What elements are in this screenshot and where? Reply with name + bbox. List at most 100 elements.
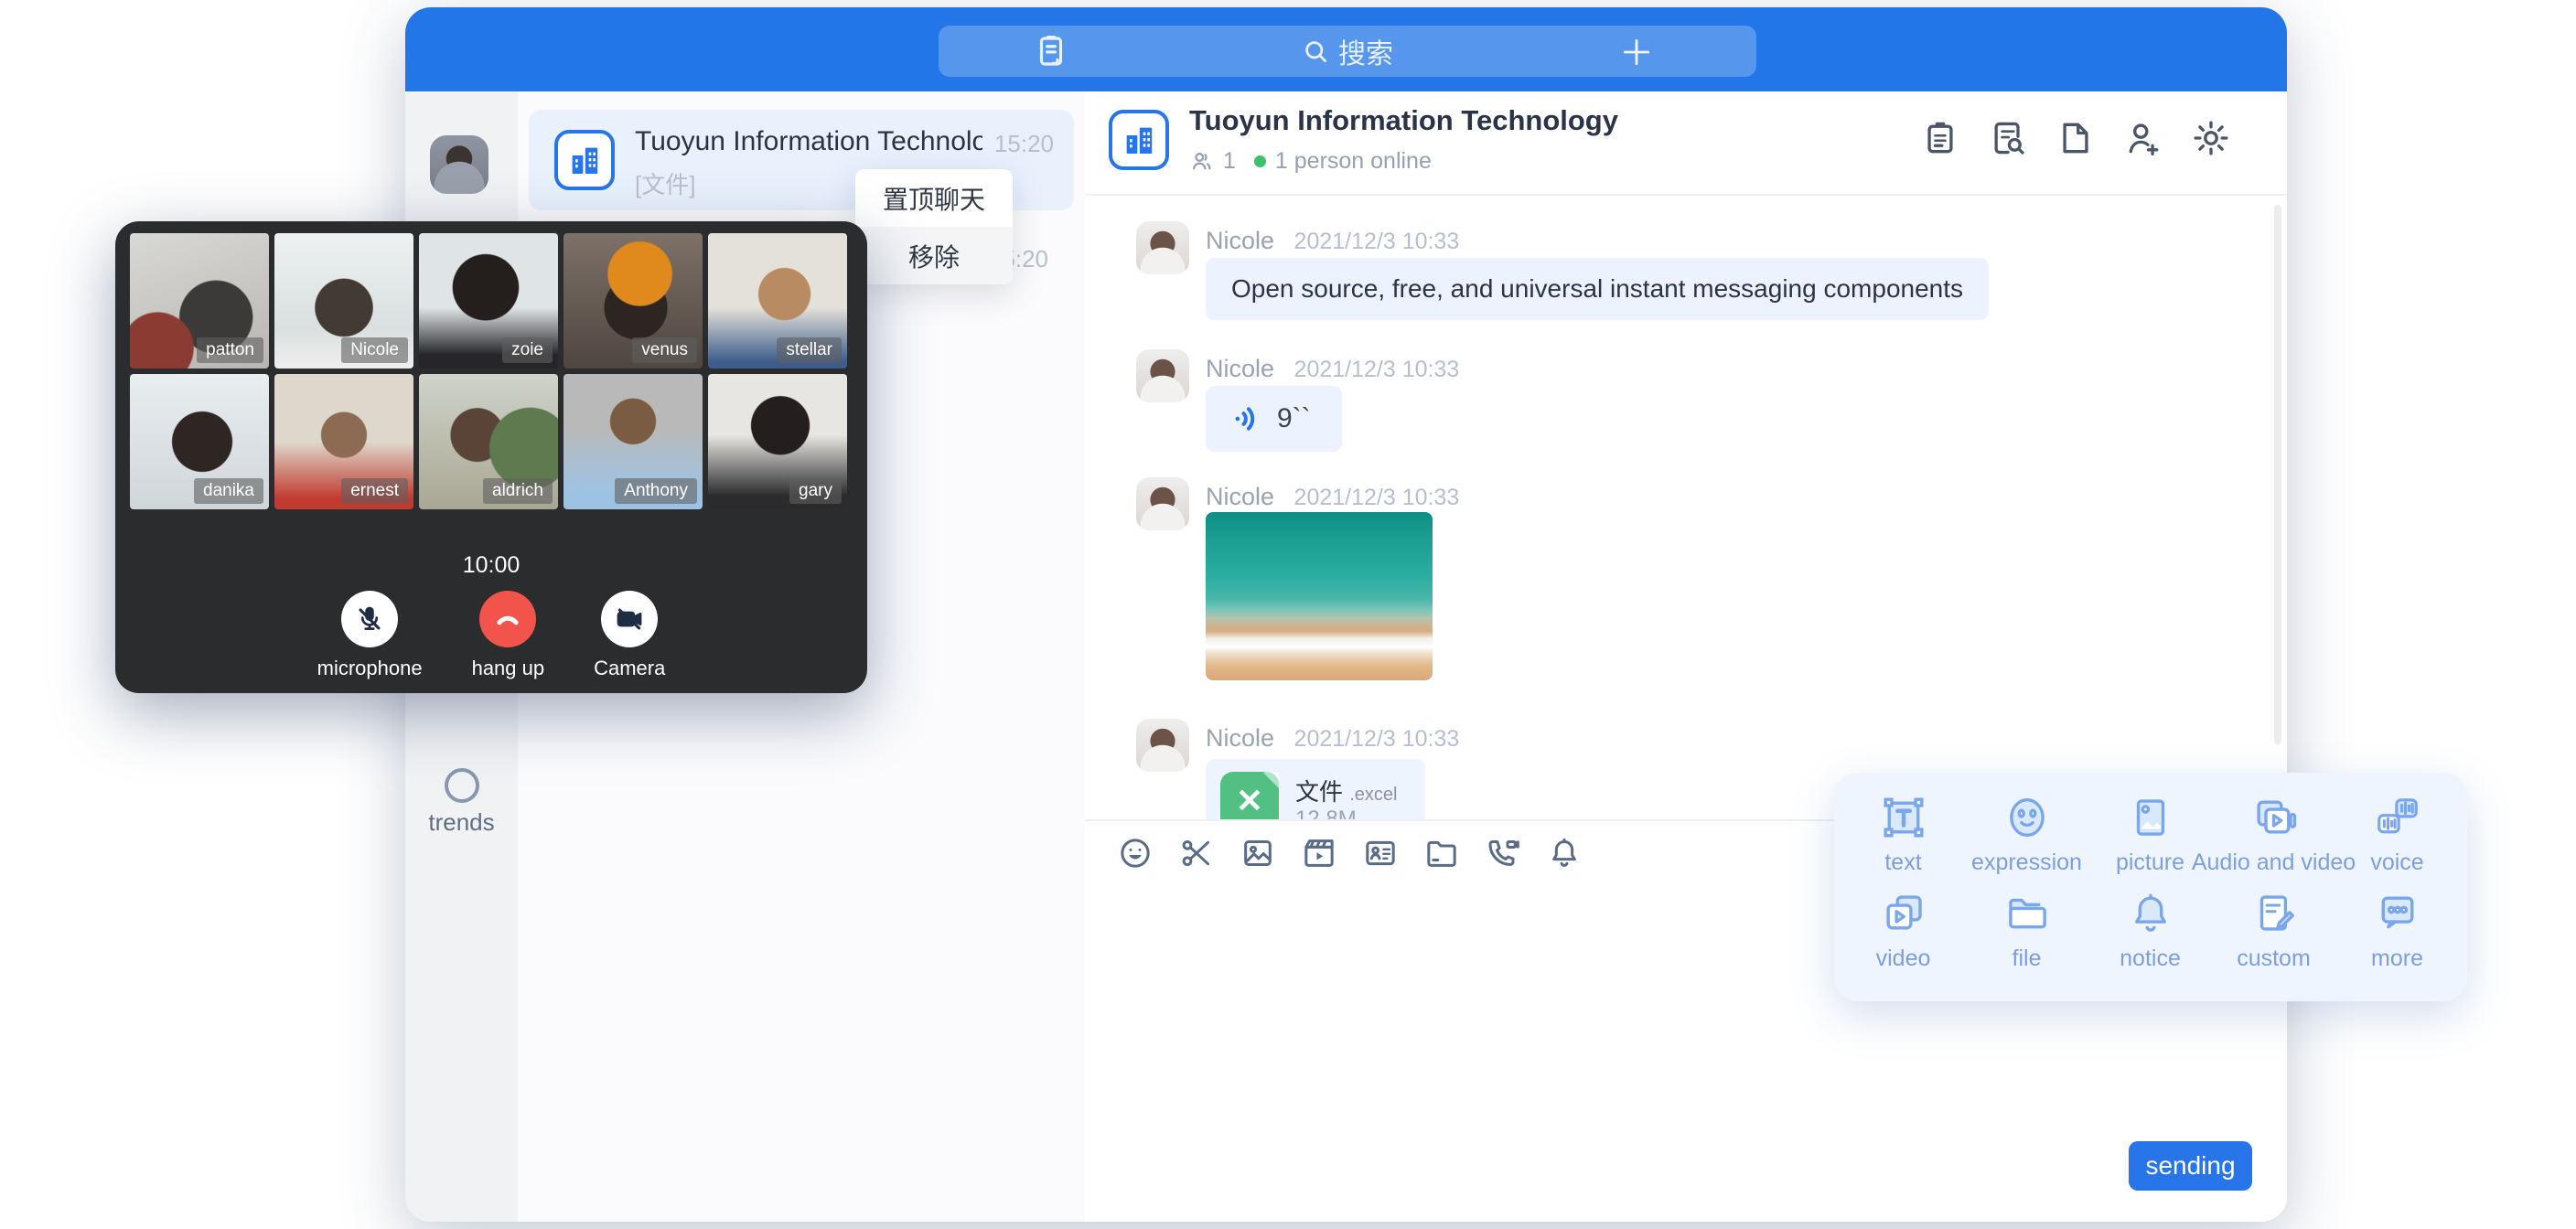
menu-item-pin-chat[interactable]: 置顶聊天 xyxy=(855,169,1013,227)
participant-name: ernest xyxy=(341,478,408,504)
panel-label: Audio and video xyxy=(2192,850,2356,876)
conversation-time: 15:20 xyxy=(994,130,1054,158)
participant-tile: Nicole xyxy=(274,233,413,369)
participant-grid: patton Nicole zoie venus stellar danika … xyxy=(130,233,853,509)
sender-avatar[interactable] xyxy=(1136,349,1189,402)
mic-muted-icon xyxy=(354,604,385,635)
send-button[interactable]: sending xyxy=(2129,1141,2252,1191)
online-dot xyxy=(1254,155,1266,167)
participant-tile: patton xyxy=(130,233,269,369)
panel-label: notice xyxy=(2120,946,2181,972)
panel-item-custom[interactable]: custom xyxy=(2212,887,2335,982)
menu-item-remove[interactable]: 移除 xyxy=(855,227,1013,284)
search-bar[interactable]: 搜索 xyxy=(939,26,1756,77)
participant-name: Anthony xyxy=(615,478,697,504)
participant-name: gary xyxy=(789,478,842,504)
participant-tile: stellar xyxy=(708,233,847,369)
panel-item-file[interactable]: file xyxy=(1965,887,2088,982)
participant-tile: danika xyxy=(130,374,269,509)
contact-card-icon[interactable] xyxy=(1361,834,1400,872)
conversation-title: Tuoyun Information Technology xyxy=(635,126,982,157)
message-type-panel: text expression picture xyxy=(1834,773,2467,1001)
participant-tile: Anthony xyxy=(564,374,703,509)
picture-icon xyxy=(2124,791,2177,844)
member-count: 1 xyxy=(1223,148,1236,175)
participant-tile: zoie xyxy=(419,233,558,369)
panel-item-voice[interactable]: voice xyxy=(2335,791,2459,886)
file-page-icon[interactable] xyxy=(2055,117,2097,159)
text-bubble[interactable]: Open source, free, and universal instant… xyxy=(1206,258,1989,320)
video-clapper-icon[interactable] xyxy=(1300,834,1338,872)
voice-duration: 9`` xyxy=(1277,403,1311,434)
camera-label: Camera xyxy=(594,657,665,680)
top-bar: 搜索 xyxy=(405,7,2287,91)
settings-gear-icon[interactable] xyxy=(2190,117,2232,159)
sender-avatar[interactable] xyxy=(1136,477,1189,530)
voice-bubbles-icon xyxy=(2371,791,2424,844)
sender-name: Nicole xyxy=(1206,355,1274,382)
hang-up-label: hang up xyxy=(472,657,545,680)
voice-bubble[interactable]: 9`` xyxy=(1206,386,1342,452)
nav-item-trends[interactable]: trends xyxy=(405,768,518,837)
panel-label: file xyxy=(2012,946,2042,972)
building-icon xyxy=(566,142,603,178)
sender-avatar[interactable] xyxy=(1136,719,1189,772)
panel-label: video xyxy=(1876,946,1931,972)
folder-icon[interactable] xyxy=(1422,834,1461,872)
my-avatar[interactable] xyxy=(430,135,488,194)
emoji-icon[interactable] xyxy=(1116,834,1154,872)
video-call-window: patton Nicole zoie venus stellar danika … xyxy=(115,221,867,693)
add-member-icon[interactable] xyxy=(2122,117,2164,159)
participant-tile: aldrich xyxy=(419,374,558,509)
group-avatar xyxy=(1109,110,1169,170)
participant-tile: ernest xyxy=(274,374,413,509)
panel-label: text xyxy=(1884,850,1921,876)
group-avatar xyxy=(554,130,615,190)
notification-bell-icon[interactable] xyxy=(1545,834,1583,872)
video-call-icon[interactable] xyxy=(1484,834,1522,872)
trends-icon xyxy=(445,768,479,803)
sender-avatar[interactable] xyxy=(1136,221,1189,274)
search-label: 搜索 xyxy=(1338,31,1393,71)
participant-name: zoie xyxy=(502,337,553,363)
panel-item-notice[interactable]: notice xyxy=(2088,887,2212,982)
file-ext: .excel xyxy=(1349,785,1397,805)
screenshot-scissors-icon[interactable] xyxy=(1177,834,1216,872)
participant-name: Nicole xyxy=(341,337,408,363)
chat-record-search-icon[interactable] xyxy=(1987,117,2029,159)
add-icon[interactable] xyxy=(1619,35,1654,69)
video-play-icon xyxy=(1877,887,1930,940)
sender-name: Nicole xyxy=(1206,724,1274,752)
beach-photo[interactable] xyxy=(1206,512,1433,680)
conversation-last-message: [文件] xyxy=(635,166,695,200)
chat-area: Tuoyun Information Technology 1 1 person… xyxy=(1085,91,2287,1222)
microphone-label: microphone xyxy=(317,657,423,680)
image-icon[interactable] xyxy=(1239,834,1277,872)
custom-edit-icon xyxy=(2248,887,2301,940)
members-icon xyxy=(1189,149,1214,174)
hang-up-icon xyxy=(491,603,524,636)
text-icon xyxy=(1877,791,1930,844)
panel-item-audio-video[interactable]: Audio and video xyxy=(2212,791,2335,886)
expression-icon xyxy=(2001,791,2054,844)
audio-video-icon xyxy=(2248,791,2301,844)
participant-tile: gary xyxy=(708,374,847,509)
more-dots-icon xyxy=(2371,887,2424,940)
panel-item-more[interactable]: more xyxy=(2335,887,2459,982)
hang-up-button[interactable]: hang up xyxy=(472,591,545,680)
microphone-button[interactable]: microphone xyxy=(317,591,423,680)
participant-name: venus xyxy=(632,337,697,363)
file-name: 文件 xyxy=(1295,778,1343,806)
panel-item-expression[interactable]: expression xyxy=(1965,791,2088,886)
message-time: 2021/12/3 10:33 xyxy=(1294,357,1460,382)
panel-item-video[interactable]: video xyxy=(1841,887,1965,982)
scrollbar[interactable] xyxy=(2274,205,2281,744)
camera-button[interactable]: Camera xyxy=(594,591,665,680)
chat-header: Tuoyun Information Technology 1 1 person… xyxy=(1085,91,2287,196)
participant-name: stellar xyxy=(777,337,842,363)
panel-item-text[interactable]: text xyxy=(1841,791,1965,886)
folder-file-icon xyxy=(2001,887,2054,940)
group-notice-icon[interactable] xyxy=(1919,117,1961,159)
participant-name: aldrich xyxy=(483,478,553,504)
sender-name: Nicole xyxy=(1206,227,1274,254)
